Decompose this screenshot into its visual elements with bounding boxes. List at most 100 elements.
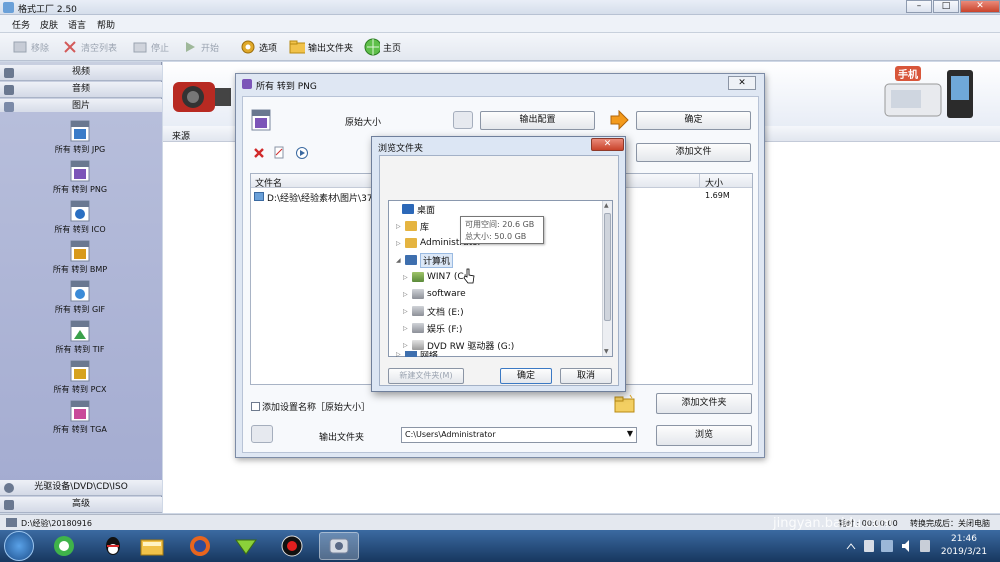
browse-cancel-button[interactable]: 取消: [560, 368, 612, 384]
status-after-done[interactable]: 转换完成后：关闭电脑: [910, 518, 990, 529]
sidebar-section-audio[interactable]: 音频: [0, 82, 162, 98]
clear-list-button[interactable]: 清空列表: [62, 38, 117, 56]
taskbar-qq-icon[interactable]: [93, 532, 133, 560]
taskbar-record-icon[interactable]: [272, 532, 312, 560]
browse-ok-button[interactable]: 确定: [500, 368, 552, 384]
library-icon: [405, 221, 417, 231]
chevron-down-icon: ▼: [626, 429, 633, 438]
folder-add-icon[interactable]: [614, 394, 636, 414]
tree-node-software[interactable]: ▷ software: [403, 287, 466, 301]
browse-dialog-close-button[interactable]: ✕: [591, 138, 624, 151]
menu-task[interactable]: 任务: [12, 18, 30, 31]
tree-node-network[interactable]: ▷ 网络: [396, 351, 438, 357]
output-settings-icon[interactable]: [453, 111, 473, 129]
user-folder-icon: [405, 238, 417, 248]
taskbar-firefox-icon[interactable]: [180, 532, 220, 560]
scroll-down-icon[interactable]: ▼: [604, 348, 609, 355]
tree-node-dvd-drive[interactable]: ▷ DVD RW 驱动器 (G:): [403, 338, 514, 352]
browse-button[interactable]: 浏览: [656, 425, 752, 446]
banner-phone-label: 手机: [895, 66, 921, 81]
format-item-ico[interactable]: 所有 转到 ICO: [40, 200, 120, 235]
filename-column-header[interactable]: 文件名: [255, 176, 282, 189]
clear-file-icon[interactable]: [273, 146, 285, 160]
output-folder-button[interactable]: 输出文件夹: [289, 38, 353, 56]
tree-node-drive-c[interactable]: ▷ WIN7 (C:): [403, 270, 470, 284]
bmp-file-icon: [70, 240, 90, 262]
maximize-button[interactable]: □: [933, 0, 959, 13]
tree-node-computer[interactable]: ◢ 计算机: [396, 252, 454, 268]
menu-skin[interactable]: 皮肤: [40, 18, 58, 31]
format-item-tif[interactable]: 所有 转到 TIF: [40, 320, 120, 355]
tree-node-drive-f[interactable]: ▷ 娱乐 (F:): [403, 321, 462, 335]
stop-button[interactable]: 停止: [132, 38, 169, 56]
tray-network-icon[interactable]: [881, 540, 893, 552]
scrollbar-thumb[interactable]: [604, 213, 611, 321]
sidebar-section-rom[interactable]: 光驱设备\DVD\CD\ISO: [0, 480, 162, 496]
menu-language[interactable]: 语言: [68, 18, 86, 31]
tree-scrollbar[interactable]: ▲ ▼: [602, 201, 612, 356]
file-path-cell: D:\经验\经验素材\图片\370: [267, 194, 379, 204]
taskbar-explorer-icon[interactable]: [132, 532, 172, 560]
play-media-icon[interactable]: [295, 146, 309, 160]
add-file-button[interactable]: 添加文件: [636, 143, 751, 162]
sidebar-section-advanced[interactable]: 高级: [0, 497, 162, 513]
format-item-gif[interactable]: 所有 转到 GIF: [40, 280, 120, 315]
taskbar-format-factory-icon[interactable]: [319, 532, 359, 560]
image-format-list: 所有 转到 JPG 所有 转到 PNG 所有 转到 ICO 所有 转到 BMP …: [0, 112, 162, 489]
convert-dialog-close-button[interactable]: ✕: [728, 76, 756, 90]
start-orb-icon[interactable]: [4, 531, 34, 561]
minimize-button[interactable]: –: [906, 0, 932, 13]
png-file-icon: [70, 160, 90, 182]
add-setting-name-checkbox[interactable]: 添加设置名称［原始大小］: [251, 400, 370, 413]
delete-icon[interactable]: [253, 147, 265, 159]
png-format-icon: [251, 109, 271, 134]
scroll-up-icon[interactable]: ▲: [604, 202, 609, 209]
source-column-header: 来源: [172, 132, 191, 142]
status-elapsed: 耗时 : 00:00:00: [838, 519, 898, 528]
ok-button[interactable]: 确定: [636, 111, 751, 130]
sidebar: 视频 音频 图片 所有 转到 JPG 所有 转到 PNG 所有 转到 ICO 所…: [0, 62, 162, 513]
tray-keyboard-icon[interactable]: [920, 540, 930, 552]
output-settings-button[interactable]: 输出配置: [480, 111, 595, 130]
menu-help[interactable]: 帮助: [97, 18, 115, 31]
sidebar-section-video[interactable]: 视频: [0, 65, 162, 81]
remove-icon: [12, 39, 28, 55]
tray-flag-icon[interactable]: [864, 540, 874, 552]
browse-dialog-title: 浏览文件夹: [378, 144, 424, 154]
dvd-drive-icon: [412, 340, 424, 350]
tray-expand-icon[interactable]: [846, 542, 856, 550]
size-column-header[interactable]: 大小: [705, 176, 723, 189]
arrow-right-icon: [610, 110, 629, 130]
taskbar-browser-icon[interactable]: [44, 532, 84, 560]
tree-node-drive-e[interactable]: ▷ 文档 (E:): [403, 304, 464, 318]
format-item-pcx[interactable]: 所有 转到 PCX: [40, 360, 120, 395]
tree-node-library[interactable]: ▷ 库: [396, 219, 429, 233]
taskbar-video-player-icon[interactable]: [226, 532, 266, 560]
format-item-tga[interactable]: 所有 转到 TGA: [40, 400, 120, 435]
format-item-png[interactable]: 所有 转到 PNG: [40, 160, 120, 195]
close-button[interactable]: ✕: [960, 0, 1000, 13]
start-button[interactable]: 开始: [182, 38, 219, 56]
pcx-file-icon: [70, 360, 90, 382]
file-size-cell: 1.69M: [705, 191, 730, 200]
output-folder-select[interactable]: C:\Users\Administrator ▼: [401, 427, 637, 443]
ico-file-icon: [70, 200, 90, 222]
home-button[interactable]: 主页: [364, 38, 401, 56]
remove-button[interactable]: 移除: [12, 38, 49, 56]
tree-node-desktop[interactable]: 桌面: [393, 202, 435, 216]
options-button[interactable]: 选项: [240, 38, 277, 56]
tray-clock[interactable]: 21:46 2019/3/21: [934, 533, 994, 559]
format-item-jpg[interactable]: 所有 转到 JPG: [40, 120, 120, 155]
status-bar: D:\经验\20180916 耗时 : 00:00:00 转换完成后：关闭电脑: [0, 514, 1000, 530]
convert-dialog-titlebar: 所有 转到 PNG ✕: [236, 74, 764, 94]
status-path: D:\经验\20180916: [21, 519, 92, 528]
tray-volume-icon[interactable]: [900, 539, 914, 553]
checkbox-box: [251, 402, 260, 411]
output-folder-icon[interactable]: [251, 425, 273, 443]
add-folder-button[interactable]: 添加文件夹: [656, 393, 752, 414]
clear-icon: [62, 39, 78, 55]
format-item-bmp[interactable]: 所有 转到 BMP: [40, 240, 120, 275]
new-folder-button[interactable]: 新建文件夹(M): [388, 368, 464, 384]
desktop-icon: [402, 204, 414, 214]
folder-status-icon: [6, 518, 17, 527]
